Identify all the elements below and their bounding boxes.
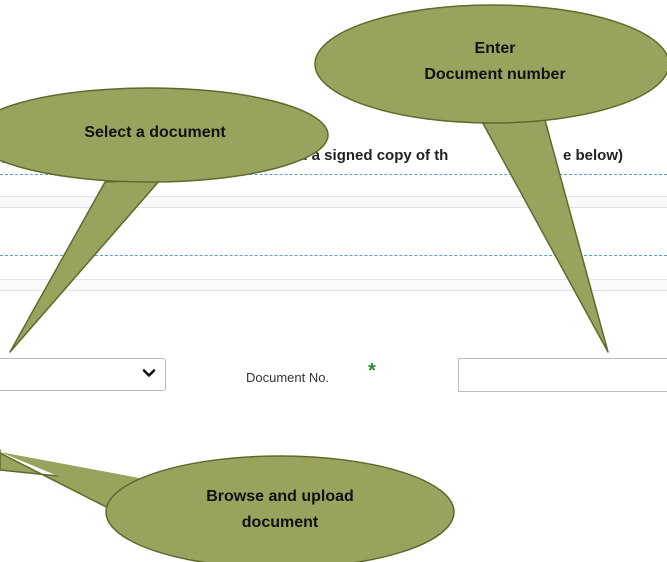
- instruction-fragment-start: (: [0, 147, 5, 164]
- required-marker: *: [368, 360, 376, 382]
- callout-browse-upload-line1: Browse and upload: [206, 488, 354, 505]
- callout-enter-number-text: Enter Document number: [380, 36, 610, 88]
- instruction-fragment-middle: ad a signed copy of th: [290, 147, 449, 164]
- chevron-down-icon: [142, 369, 156, 377]
- callout-enter-number-line1: Enter: [474, 40, 516, 57]
- callout-browse-upload-line2: document: [241, 514, 319, 531]
- document-number-input[interactable]: [458, 358, 667, 392]
- callout-browse-upload-text: Browse and upload document: [165, 484, 395, 536]
- section-strip: [0, 279, 667, 291]
- upload-instruction-text: ( ad a signed copy of th e below): [0, 147, 667, 169]
- section-divider: [0, 255, 667, 256]
- section-divider: [0, 174, 667, 175]
- instruction-fragment-end: e below): [563, 147, 624, 164]
- callout-enter-number-line2: Document number: [424, 66, 566, 83]
- document-type-select[interactable]: [0, 358, 166, 391]
- callout-browse-upload-bubble: [0, 452, 150, 510]
- screenshot-stage: ( ad a signed copy of th e below) Docume…: [0, 0, 667, 562]
- callout-select-document-text: Select a document: [84, 124, 226, 141]
- section-strip: [0, 196, 667, 208]
- document-number-label: Document No.: [246, 370, 330, 385]
- callout-browse-upload-bubble: [0, 449, 136, 516]
